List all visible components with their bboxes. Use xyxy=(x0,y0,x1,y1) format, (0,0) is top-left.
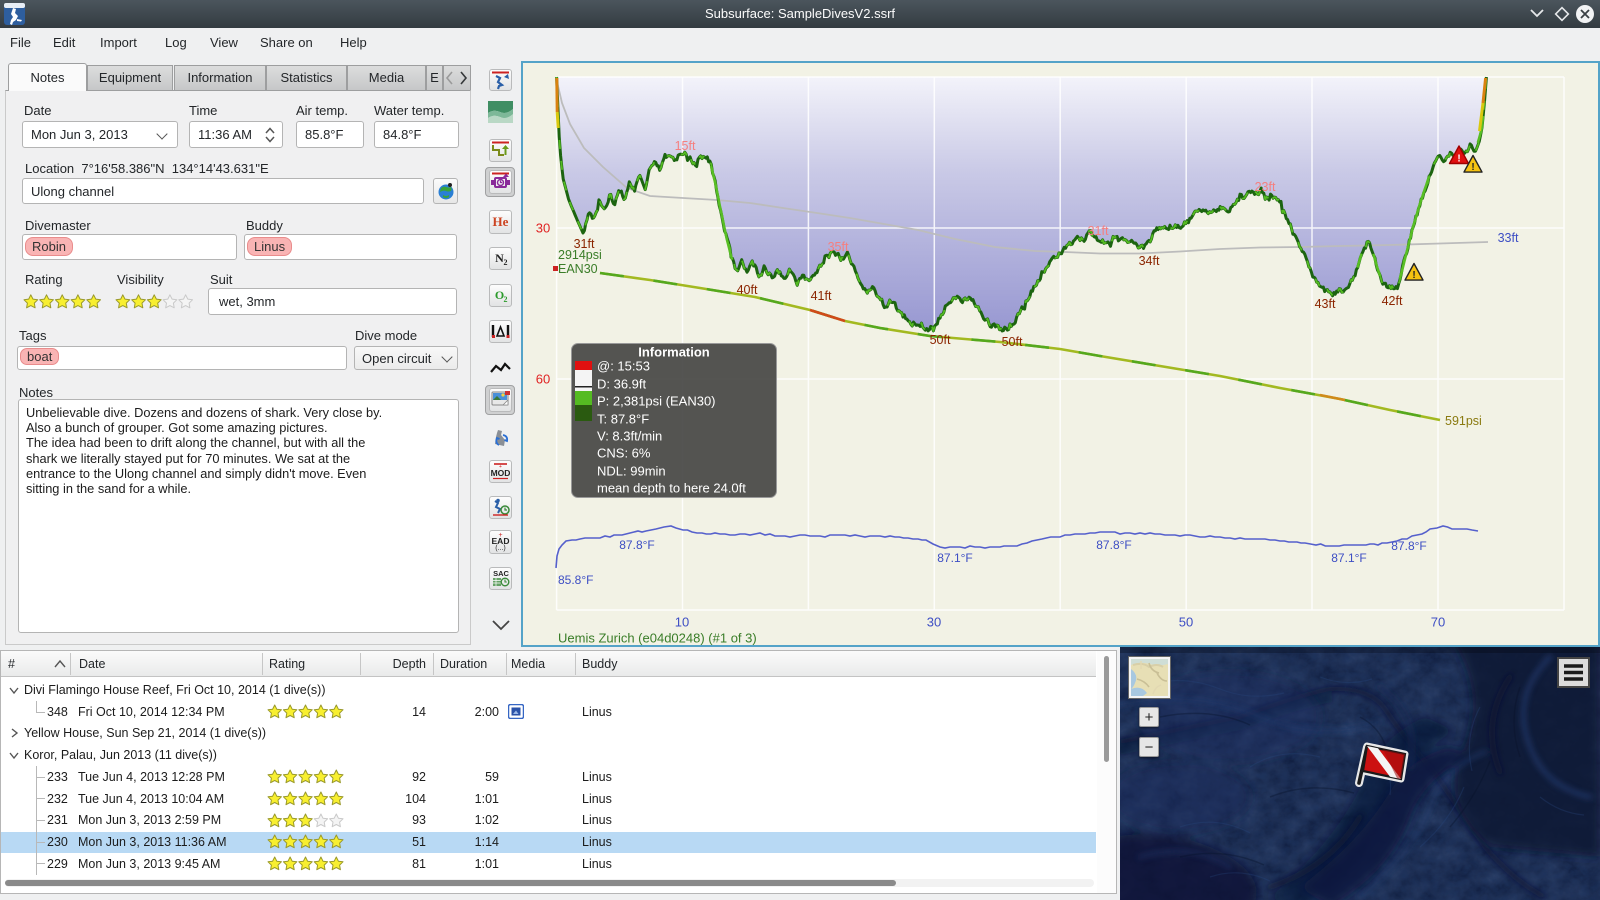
svg-text:MOD: MOD xyxy=(491,468,511,478)
svg-text:!: ! xyxy=(1471,162,1474,173)
svg-text:He: He xyxy=(493,214,509,229)
svg-text:2: 2 xyxy=(504,295,508,304)
svg-text:!: ! xyxy=(1412,270,1415,281)
svg-text:!: ! xyxy=(1457,154,1460,165)
svg-text:2: 2 xyxy=(504,258,508,267)
svg-text:(...): (...) xyxy=(495,545,506,552)
svg-text:SAC: SAC xyxy=(493,569,509,578)
